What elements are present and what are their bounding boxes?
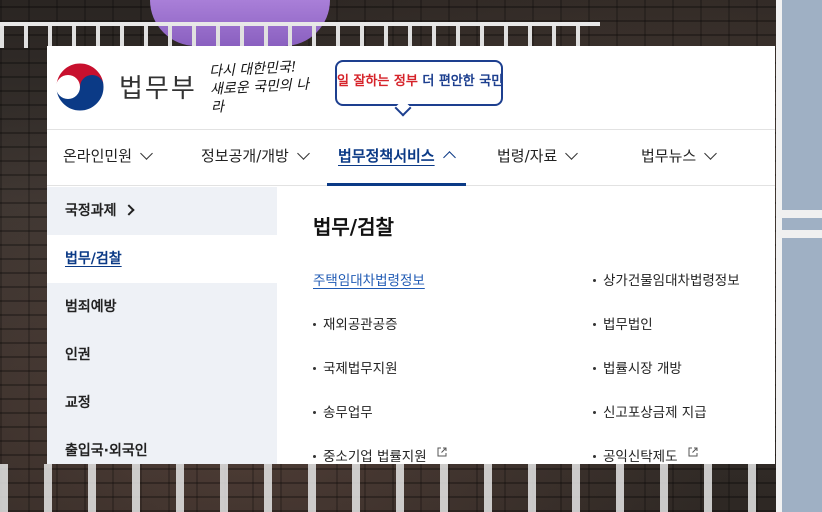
campaign-banner: 일 잘하는 정부 더 편안한 국민 xyxy=(335,60,504,117)
site-panel: 법무부 다시 대한민국! 새로운 국민의 나라 일 잘하는 정부 더 편안한 국… xyxy=(47,46,775,464)
link-label: 재외공관공증 xyxy=(323,317,398,333)
bullet-icon xyxy=(593,367,596,370)
site-header: 법무부 다시 대한민국! 새로운 국민의 나라 일 잘하는 정부 더 편안한 국… xyxy=(47,46,775,130)
slogan-calligraphy: 다시 대한민국! 새로운 국민의 나라 xyxy=(209,57,322,117)
sidenav-item-human-rights[interactable]: 인권 xyxy=(47,331,277,379)
bullet-icon xyxy=(313,323,316,326)
bullet-icon xyxy=(313,455,316,458)
chevron-down-icon xyxy=(296,147,310,160)
mega-menu-content: 법무/검찰 주택임대차법령정보 재외공관공증 국제법무지원 송무업무 중소기업 … xyxy=(277,187,775,464)
gnb-label: 온라인민원 xyxy=(63,147,133,165)
gnb-label: 법령/자료 xyxy=(497,147,558,165)
org-name[interactable]: 법무부 xyxy=(119,68,197,105)
link-label: 법무법인 xyxy=(603,317,653,333)
chevron-down-icon xyxy=(140,147,153,160)
sidenav-label: 국정과제 xyxy=(65,203,117,219)
sidenav-item-national-tasks[interactable]: 국정과제 xyxy=(47,187,277,235)
sidenav-label: 출입국·외국인 xyxy=(65,443,148,459)
sidenav-item-crime-prevention[interactable]: 범죄예방 xyxy=(47,283,277,331)
link-overseas-notary[interactable]: 재외공관공증 xyxy=(313,303,398,347)
chevron-up-icon xyxy=(442,151,456,164)
railing-image xyxy=(0,22,600,48)
gnb-label: 정보공개/개방 xyxy=(201,147,289,165)
bullet-icon xyxy=(593,279,596,282)
link-label: 상가건물임대차법령정보 xyxy=(603,273,740,289)
gnb-item-info-disclosure[interactable]: 정보공개/개방 xyxy=(201,130,310,186)
link-intl-legal-support[interactable]: 국제법무지원 xyxy=(313,347,398,391)
link-label: 신고포상금제 지급 xyxy=(603,405,707,421)
campaign-red-text: 일 잘하는 정부 xyxy=(337,74,418,89)
sidenav-label: 범죄예방 xyxy=(65,299,117,315)
content-title: 법무/검찰 xyxy=(313,215,394,239)
chevron-down-icon xyxy=(565,147,579,160)
chevron-right-icon xyxy=(122,204,135,216)
gnb-item-policy-services[interactable]: 법무정책서비스 xyxy=(327,130,466,186)
link-label: 주택임대차법령정보 xyxy=(313,273,425,289)
bullet-icon xyxy=(593,323,596,326)
sidenav-item-corrections[interactable]: 교정 xyxy=(47,379,277,427)
bullet-icon xyxy=(593,455,596,458)
railing-bottom-image xyxy=(0,464,822,512)
link-commercial-lease-laws[interactable]: 상가건물임대차법령정보 xyxy=(593,259,740,303)
link-public-trust[interactable]: 공익신탁제도 xyxy=(593,435,698,464)
external-link-icon xyxy=(688,447,698,457)
main-navigation: 온라인민원 정보공개/개방 법무정책서비스 법령/자료 법무뉴스 xyxy=(47,130,775,186)
link-label: 송무업무 xyxy=(323,405,373,421)
link-reward-payment[interactable]: 신고포상금제 지급 xyxy=(593,391,707,435)
chevron-down-icon xyxy=(704,147,718,160)
link-label: 법률시장 개방 xyxy=(603,361,682,377)
link-legal-market-opening[interactable]: 법률시장 개방 xyxy=(593,347,682,391)
campaign-blue-text: 더 편안한 국민 xyxy=(422,74,504,89)
gnb-label: 법무뉴스 xyxy=(641,147,697,165)
gnb-item-online-civil[interactable]: 온라인민원 xyxy=(63,130,153,186)
gnb-item-news[interactable]: 법무뉴스 xyxy=(641,130,718,186)
bullet-icon xyxy=(593,411,596,414)
sidenav-label: 법무/검찰 xyxy=(65,251,122,267)
mega-menu-sidenav: 국정과제 법무/검찰 범죄예방 인권 교정 출입국·외국인 xyxy=(47,187,277,464)
bullet-icon xyxy=(313,367,316,370)
link-law-firms[interactable]: 법무법인 xyxy=(593,303,653,347)
gnb-label: 법무정책서비스 xyxy=(338,147,435,165)
government-emblem-icon[interactable] xyxy=(53,60,107,114)
link-label: 중소기업 법률지원 xyxy=(323,449,427,464)
external-link-icon xyxy=(437,447,447,457)
mega-menu: 국정과제 법무/검찰 범죄예방 인권 교정 출입국·외국인 법무/검찰 주택임대 xyxy=(47,187,775,464)
link-label: 공익신탁제도 xyxy=(603,449,678,464)
sidenav-item-justice-prosecution[interactable]: 법무/검찰 xyxy=(47,235,277,283)
gnb-item-laws[interactable]: 법령/자료 xyxy=(497,130,579,186)
link-label: 국제법무지원 xyxy=(323,361,398,377)
slogan-line-2: 새로운 국민의 나라 xyxy=(209,76,310,116)
sidenav-item-immigration[interactable]: 출입국·외국인 xyxy=(47,427,277,464)
sidenav-label: 인권 xyxy=(65,347,91,363)
link-sme-legal-support[interactable]: 중소기업 법률지원 xyxy=(313,435,447,464)
link-litigation[interactable]: 송무업무 xyxy=(313,391,373,435)
link-housing-lease-laws[interactable]: 주택임대차법령정보 xyxy=(313,259,425,303)
window-image xyxy=(776,0,822,512)
sidenav-label: 교정 xyxy=(65,395,91,411)
bullet-icon xyxy=(313,411,316,414)
